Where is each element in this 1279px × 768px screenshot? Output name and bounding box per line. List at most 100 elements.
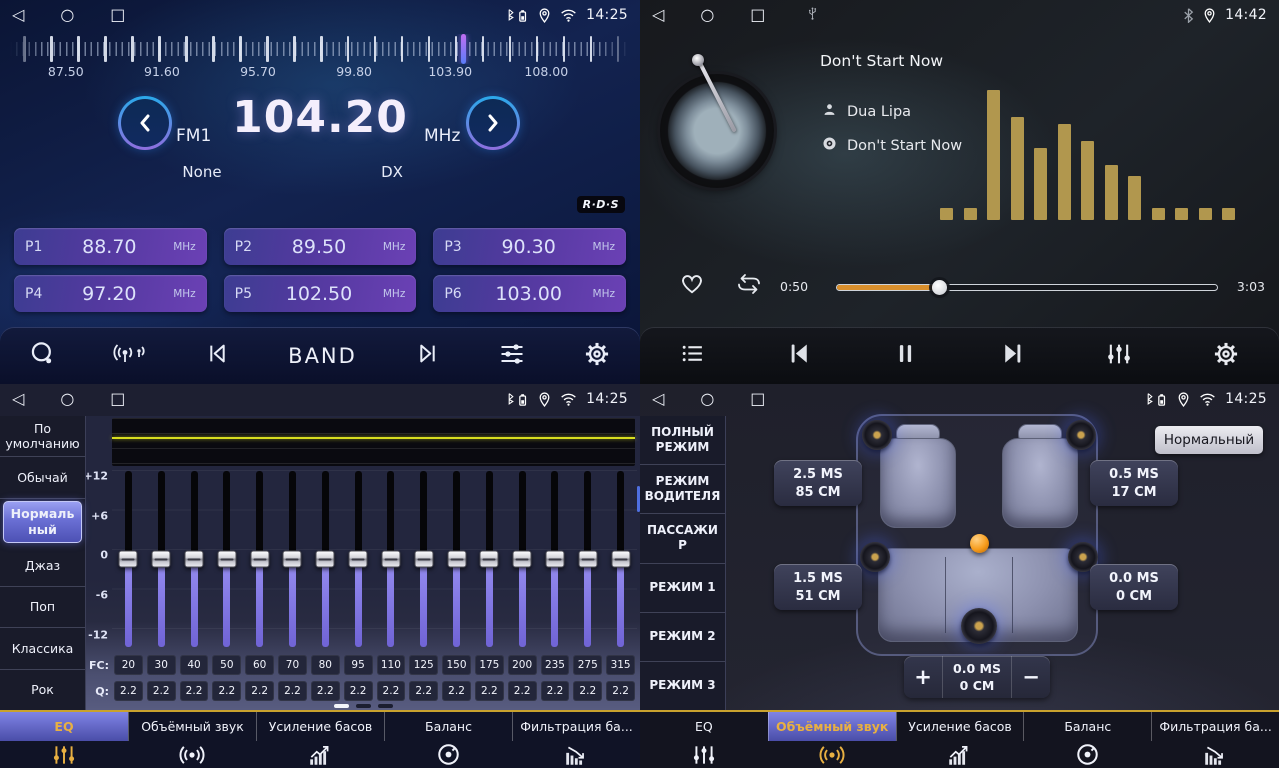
tab-bass-boost[interactable]: Усиление басов [896, 712, 1024, 768]
front-right-speaker-icon[interactable] [1066, 420, 1096, 450]
eq-slider-handle[interactable] [513, 551, 532, 568]
scan-icon[interactable] [29, 340, 56, 371]
eq-slider-track[interactable] [256, 471, 263, 647]
mixer-icon[interactable] [1105, 340, 1133, 372]
eq-slider-handle[interactable] [283, 551, 302, 568]
preset-button-P4[interactable]: P497.20MHz [14, 275, 207, 312]
eq-preset-item-2[interactable]: Нормальный [3, 501, 82, 543]
eq-slider-handle[interactable] [447, 551, 466, 568]
previous-icon[interactable] [785, 339, 814, 372]
eq-slider-handle[interactable] [578, 551, 597, 568]
recents-icon[interactable]: □ [750, 391, 765, 407]
eq-slider-handle[interactable] [611, 551, 630, 568]
eq-slider-handle[interactable] [545, 551, 564, 568]
eq-slider-track[interactable] [617, 471, 624, 647]
eq-slider-track[interactable] [551, 471, 558, 647]
home-icon[interactable]: ○ [700, 7, 714, 23]
eq-slider-handle[interactable] [349, 551, 368, 568]
tuner-scale[interactable] [10, 34, 630, 64]
back-icon[interactable]: ◁ [652, 7, 664, 23]
eq-slider-track[interactable] [453, 471, 460, 647]
eq-slider-track[interactable] [486, 471, 493, 647]
recents-icon[interactable]: □ [750, 7, 765, 23]
tab-balance[interactable]: Баланс [384, 712, 512, 768]
tab-bass-boost[interactable]: Усиление басов [256, 712, 384, 768]
tuner-indicator[interactable] [461, 34, 466, 64]
mode-item-3[interactable]: РЕЖИМ 1 [640, 564, 725, 613]
mode-item-1[interactable]: РЕЖИМ ВОДИТЕЛЯ [640, 465, 725, 514]
eq-slider-track[interactable] [322, 471, 329, 647]
eq-slider-track[interactable] [125, 471, 132, 647]
eq-preset-item-5[interactable]: Классика [0, 628, 85, 669]
eq-slider-track[interactable] [191, 471, 198, 647]
eq-slider-handle[interactable] [217, 551, 236, 568]
eq-preset-item-1[interactable]: Обычай [0, 457, 85, 498]
eq-slider-track[interactable] [223, 471, 230, 647]
preset-button-P1[interactable]: P188.70MHz [14, 228, 207, 265]
mode-item-0[interactable]: ПОЛНЫЙ РЕЖИМ [640, 416, 725, 465]
front-left-speaker-icon[interactable] [862, 420, 892, 450]
eq-slider-handle[interactable] [316, 551, 335, 568]
eq-slider-track[interactable] [420, 471, 427, 647]
subwoofer-icon[interactable] [961, 608, 997, 644]
tab-surround-sound[interactable]: Объёмный звук [768, 712, 896, 768]
band-button[interactable]: BAND [288, 344, 357, 368]
rear-left-delay-button[interactable]: 1.5 MS 51 CM [774, 564, 862, 610]
decrease-delay-button[interactable]: − [1012, 656, 1050, 698]
tab-eq-sliders[interactable]: EQ [640, 712, 768, 768]
eq-slider-handle[interactable] [152, 551, 171, 568]
tab-filter[interactable]: Фильтрация ба... [1151, 712, 1279, 768]
tab-filter[interactable]: Фильтрация ба... [512, 712, 640, 768]
pause-icon[interactable] [892, 340, 919, 371]
back-icon[interactable]: ◁ [652, 391, 664, 407]
listening-position-marker[interactable] [970, 534, 989, 553]
preset-button-P6[interactable]: P6103.00MHz [433, 275, 626, 312]
next-icon[interactable] [414, 340, 441, 371]
eq-slider-handle[interactable] [250, 551, 269, 568]
eq-slider-handle[interactable] [480, 551, 499, 568]
tab-eq-sliders[interactable]: EQ [0, 712, 128, 768]
page-dash[interactable] [334, 704, 349, 708]
tab-surround-sound[interactable]: Объёмный звук [128, 712, 256, 768]
previous-icon[interactable] [204, 340, 231, 371]
front-left-delay-button[interactable]: 2.5 MS 85 CM [774, 460, 862, 506]
playlist-icon[interactable] [679, 341, 706, 370]
increase-delay-button[interactable]: + [904, 656, 942, 698]
page-dash[interactable] [378, 704, 393, 708]
dx-mode[interactable]: DX [342, 163, 442, 181]
eq-slider-track[interactable] [158, 471, 165, 647]
rear-left-speaker-icon[interactable] [860, 542, 890, 572]
back-icon[interactable]: ◁ [12, 391, 24, 407]
recents-icon[interactable]: □ [110, 391, 125, 407]
tab-balance[interactable]: Баланс [1023, 712, 1151, 768]
front-right-delay-button[interactable]: 0.5 MS 17 CM [1090, 460, 1178, 506]
favorite-icon[interactable] [678, 270, 706, 299]
eq-preset-item-4[interactable]: Поп [0, 587, 85, 628]
eq-preset-item-0[interactable]: По умолчанию [0, 416, 85, 457]
home-icon[interactable]: ○ [60, 391, 74, 407]
home-icon[interactable]: ○ [60, 7, 74, 23]
recents-icon[interactable]: □ [110, 7, 125, 23]
preset-button-P2[interactable]: P289.50MHz [224, 228, 417, 265]
settings-icon[interactable] [1212, 340, 1240, 372]
mode-item-4[interactable]: РЕЖИМ 2 [640, 613, 725, 662]
preset-button-P3[interactable]: P390.30MHz [433, 228, 626, 265]
mode-item-5[interactable]: РЕЖИМ 3 [640, 662, 725, 710]
repeat-icon[interactable] [734, 272, 764, 300]
eq-slider-handle[interactable] [185, 551, 204, 568]
eq-slider-track[interactable] [584, 471, 591, 647]
eq-preset-button[interactable]: Нормальный [1155, 426, 1263, 454]
eq-slider-handle[interactable] [414, 551, 433, 568]
page-dash[interactable] [356, 704, 371, 708]
eq-preset-item-6[interactable]: Рок [0, 670, 85, 710]
broadcast-icon[interactable] [113, 340, 147, 371]
eq-preset-item-3[interactable]: Джаз [0, 545, 85, 586]
eq-slider-handle[interactable] [119, 551, 138, 568]
eq-slider-track[interactable] [519, 471, 526, 647]
eq-slider-track[interactable] [387, 471, 394, 647]
preset-button-P5[interactable]: P5102.50MHz [224, 275, 417, 312]
next-icon[interactable] [998, 339, 1027, 372]
mode-item-2[interactable]: ПАССАЖИР [640, 514, 725, 563]
seek-up-button[interactable] [466, 96, 520, 150]
seek-bar-knob[interactable] [932, 280, 947, 295]
